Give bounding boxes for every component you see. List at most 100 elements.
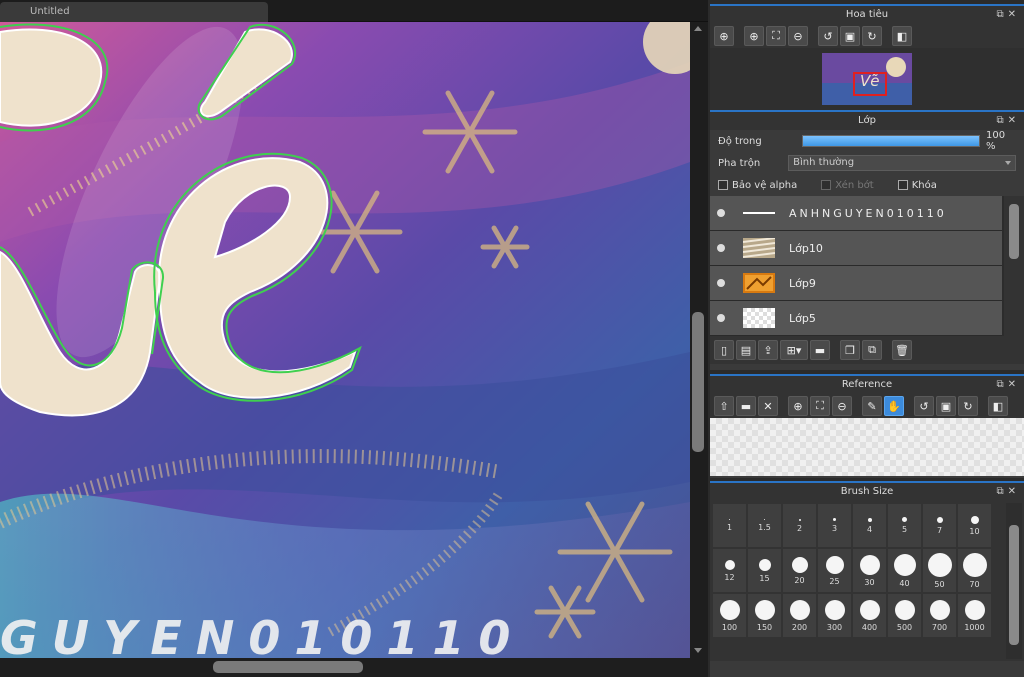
scroll-thumb[interactable] <box>1009 204 1019 259</box>
upload-icon[interactable]: ⇧ <box>714 396 734 416</box>
layer-scrollbar[interactable] <box>1004 196 1024 336</box>
flip-icon[interactable]: ◧ <box>988 396 1008 416</box>
visibility-icon[interactable] <box>717 279 725 287</box>
opacity-slider[interactable] <box>801 135 980 147</box>
duplicate-layer-icon[interactable]: ❐ <box>840 340 860 360</box>
zoom-in-icon[interactable]: ⊕ <box>788 396 808 416</box>
brush-dot-icon <box>724 559 735 570</box>
protect-alpha-checkbox[interactable]: Bảo vệ alpha <box>718 180 797 191</box>
clipping-checkbox[interactable]: Xén bớt <box>821 180 874 191</box>
brush-dot-icon <box>929 599 950 620</box>
brush-size-option[interactable]: 5 <box>887 503 922 548</box>
brush-dot-icon <box>894 599 915 620</box>
brush-size-option[interactable]: 700 <box>922 593 957 638</box>
panel-title-text: Lớp <box>857 115 877 126</box>
new-raster-layer-icon[interactable]: ▤ <box>736 340 756 360</box>
trash-icon[interactable]: 🗑 <box>892 340 912 360</box>
brush-scrollbar[interactable] <box>1006 503 1022 659</box>
canvas-vertical-scrollbar[interactable] <box>690 22 708 658</box>
panel-controls[interactable]: ⧉✕ <box>996 376 1020 394</box>
canvas-horizontal-scrollbar[interactable] <box>0 658 708 677</box>
scroll-thumb[interactable] <box>1009 525 1019 645</box>
zoom-fit-icon[interactable]: ⊕ <box>714 26 734 46</box>
brush-size-option[interactable]: 400 <box>852 593 887 638</box>
new-layer-icon[interactable]: ▯ <box>714 340 734 360</box>
brush-size-option[interactable]: 7 <box>922 503 957 548</box>
chevron-down-icon <box>1005 161 1011 165</box>
brush-size-option[interactable]: 70 <box>957 548 992 593</box>
brush-size-option[interactable]: 20 <box>782 548 817 593</box>
drawing-canvas[interactable]: GUYEN010110 <box>0 22 690 658</box>
zoom-out-icon[interactable]: ⊖ <box>788 26 808 46</box>
brush-dot-icon <box>902 517 907 522</box>
open-folder-icon[interactable]: ▬ <box>736 396 756 416</box>
zoom-in-icon[interactable]: ⊕ <box>744 26 764 46</box>
brush-size-option[interactable]: 4 <box>852 503 887 548</box>
brush-dot-icon <box>763 518 766 521</box>
brush-size-option[interactable]: 1.5 <box>747 503 782 548</box>
rotate-right-icon[interactable]: ↻ <box>958 396 978 416</box>
rotate-left-icon[interactable]: ↺ <box>914 396 934 416</box>
document-tab[interactable]: Untitled <box>0 2 268 22</box>
layer-item[interactable]: Lớp5 <box>710 301 1002 336</box>
opacity-row: Độ trong 100 % <box>710 130 1024 152</box>
add-layer-menu-icon[interactable]: ⊞▾ <box>780 340 808 360</box>
flip-icon[interactable]: ◧ <box>892 26 912 46</box>
import-layer-icon[interactable]: ⇪ <box>758 340 778 360</box>
panel-controls[interactable]: ⧉✕ <box>996 483 1020 501</box>
brush-size-option[interactable]: 15 <box>747 548 782 593</box>
panel-controls[interactable]: ⧉✕ <box>996 6 1020 24</box>
merge-layer-icon[interactable]: ⧉ <box>862 340 882 360</box>
visibility-icon[interactable] <box>717 314 725 322</box>
brush-size-option[interactable]: 1 <box>712 503 747 548</box>
layer-item[interactable]: ANHNGUYEN010110 <box>710 196 1002 231</box>
actual-size-icon[interactable]: ▣ <box>936 396 956 416</box>
rotate-right-icon[interactable]: ↻ <box>862 26 882 46</box>
reference-canvas[interactable] <box>710 418 1024 476</box>
layer-name: Lớp5 <box>789 311 816 325</box>
hand-tool-icon[interactable]: ✋ <box>884 396 904 416</box>
brush-size-option[interactable]: 2 <box>782 503 817 548</box>
layer-item[interactable]: Lớp10 <box>710 231 1002 266</box>
panel-title-text: Reference <box>841 379 893 390</box>
scroll-down-icon[interactable] <box>694 648 702 653</box>
brush-size-option[interactable]: 3 <box>817 503 852 548</box>
fit-screen-icon[interactable]: ⛶ <box>766 26 786 46</box>
actual-size-icon[interactable]: ▣ <box>840 26 860 46</box>
zoom-out-icon[interactable]: ⊖ <box>832 396 852 416</box>
scroll-thumb[interactable] <box>692 312 704 452</box>
fit-screen-icon[interactable]: ⛶ <box>810 396 830 416</box>
blend-label: Pha trộn <box>718 157 761 169</box>
brush-size-option[interactable]: 50 <box>922 548 957 593</box>
lock-checkbox[interactable]: Khóa <box>897 180 937 191</box>
rotate-left-icon[interactable]: ↺ <box>818 26 838 46</box>
brush-dot-icon <box>758 558 771 571</box>
eyedropper-icon[interactable]: ✎ <box>862 396 882 416</box>
brush-size-option[interactable]: 300 <box>817 593 852 638</box>
scroll-up-icon[interactable] <box>694 26 702 31</box>
layer-item[interactable]: Lớp9 <box>710 266 1002 301</box>
navigator-preview[interactable]: Vẽ <box>710 48 1024 110</box>
visibility-icon[interactable] <box>717 244 725 252</box>
brush-size-option[interactable]: 40 <box>887 548 922 593</box>
brush-size-option[interactable]: 500 <box>887 593 922 638</box>
scroll-thumb[interactable] <box>213 661 363 673</box>
brush-size-option[interactable]: 30 <box>852 548 887 593</box>
brush-dot-icon <box>754 599 775 620</box>
visibility-icon[interactable] <box>717 209 725 217</box>
brush-size-label: 2 <box>796 523 803 533</box>
brush-size-label: 200 <box>791 622 808 632</box>
folder-icon[interactable]: ▬ <box>810 340 830 360</box>
brush-size-option[interactable]: 10 <box>957 503 992 548</box>
brush-size-option[interactable]: 150 <box>747 593 782 638</box>
close-icon[interactable]: ✕ <box>758 396 778 416</box>
navigator-panel: Hoa tiêu ⧉✕ ⊕ ⊕ ⛶ ⊖ ↺ ▣ ↻ ◧ Vẽ <box>710 4 1024 110</box>
brush-size-option[interactable]: 200 <box>782 593 817 638</box>
opacity-value: 100 % <box>986 130 1006 152</box>
blend-mode-select[interactable]: Bình thường <box>788 155 1016 171</box>
panel-controls[interactable]: ⧉✕ <box>996 112 1020 130</box>
brush-size-option[interactable]: 100 <box>712 593 747 638</box>
brush-size-option[interactable]: 25 <box>817 548 852 593</box>
brush-size-option[interactable]: 1000 <box>957 593 992 638</box>
brush-size-option[interactable]: 12 <box>712 548 747 593</box>
